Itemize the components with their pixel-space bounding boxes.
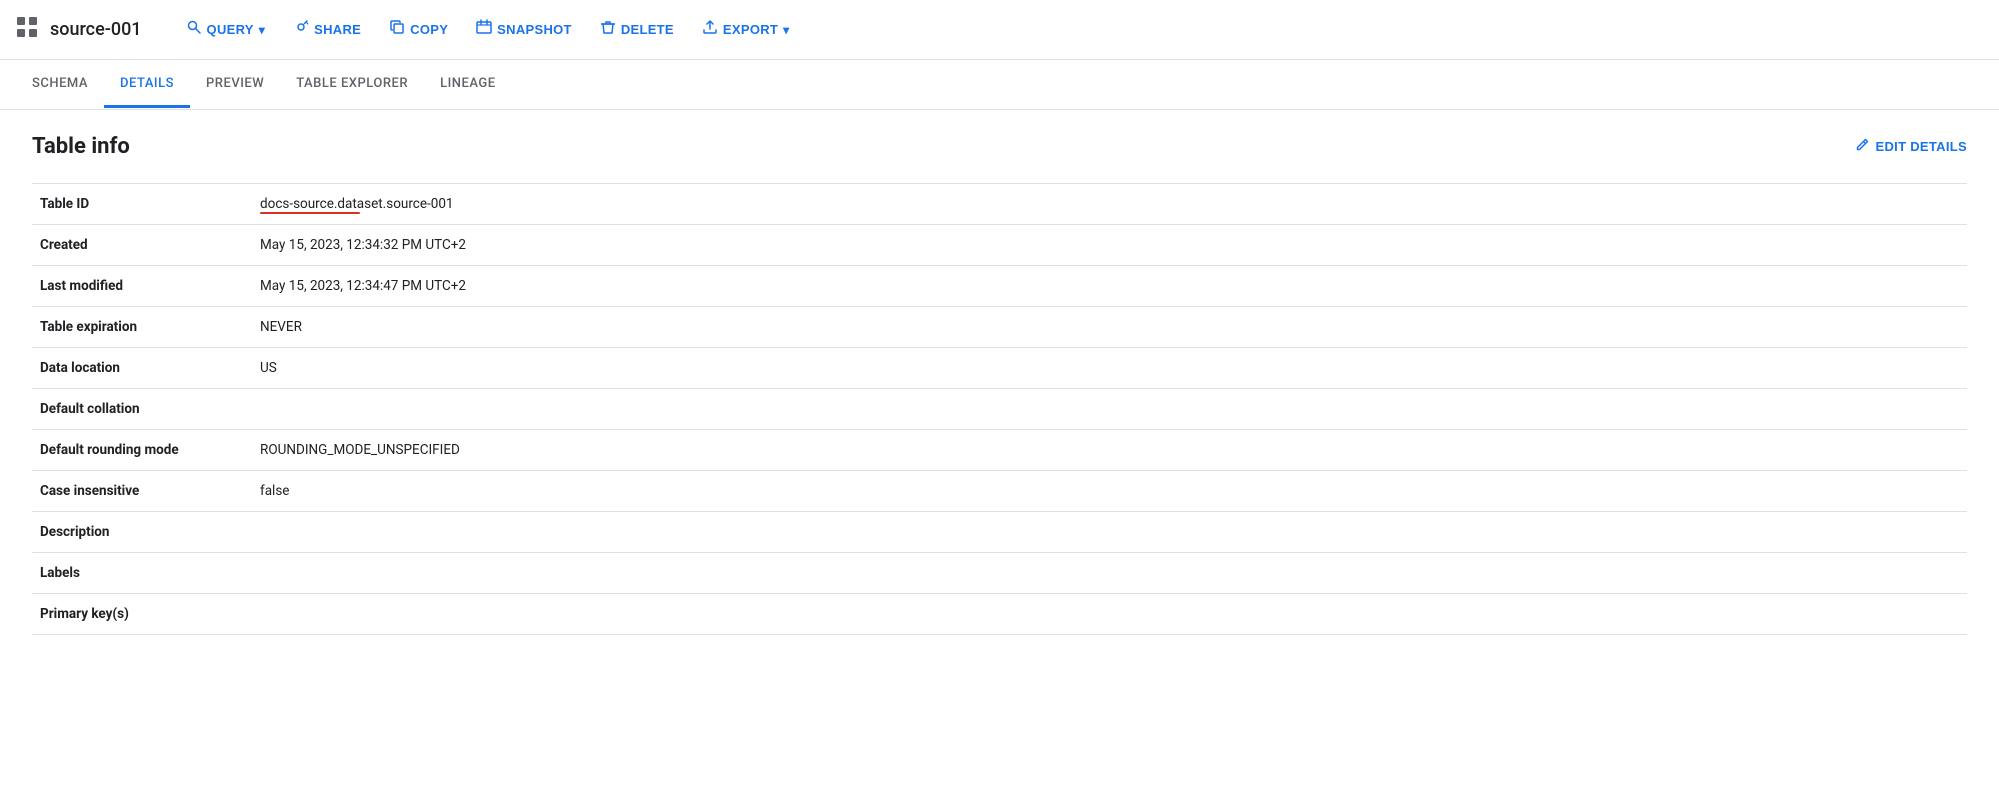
export-chevron-icon: ▾ xyxy=(783,23,789,37)
row-key: Case insensitive xyxy=(32,471,252,512)
tab-lineage[interactable]: LINEAGE xyxy=(424,62,512,108)
share-icon xyxy=(293,19,309,40)
row-key: Primary key(s) xyxy=(32,594,252,635)
table-id-value: docs-source.dataset.source-001 xyxy=(260,196,454,212)
content-area: Table info EDIT DETAILS Table ID docs-so… xyxy=(0,110,1999,659)
tabs-bar: SCHEMA DETAILS PREVIEW TABLE EXPLORER LI… xyxy=(0,60,1999,110)
table-row: Primary key(s) xyxy=(32,594,1967,635)
section-header: Table info EDIT DETAILS xyxy=(32,134,1967,159)
table-row: Default collation xyxy=(32,389,1967,430)
table-row: Last modified May 15, 2023, 12:34:47 PM … xyxy=(32,266,1967,307)
table-row: Table ID docs-source.dataset.source-001 xyxy=(32,184,1967,225)
query-button[interactable]: QUERY ▾ xyxy=(174,13,278,46)
export-icon xyxy=(702,19,718,40)
row-value xyxy=(252,512,1967,553)
delete-icon xyxy=(600,19,616,40)
share-button[interactable]: SHARE xyxy=(281,13,373,46)
header: source-001 QUERY ▾ SHARE xyxy=(0,0,1999,60)
row-key: Description xyxy=(32,512,252,553)
tab-table-explorer[interactable]: TABLE EXPLORER xyxy=(280,62,424,108)
table-row: Created May 15, 2023, 12:34:32 PM UTC+2 xyxy=(32,225,1967,266)
edit-details-button[interactable]: EDIT DETAILS xyxy=(1854,137,1967,156)
row-value: NEVER xyxy=(252,307,1967,348)
snapshot-button[interactable]: SNAPSHOT xyxy=(464,13,584,46)
edit-pencil-icon xyxy=(1854,137,1870,156)
row-value xyxy=(252,594,1967,635)
tab-details[interactable]: DETAILS xyxy=(104,62,190,108)
row-value xyxy=(252,553,1967,594)
row-key: Table expiration xyxy=(32,307,252,348)
row-value: ROUNDING_MODE_UNSPECIFIED xyxy=(252,430,1967,471)
copy-button[interactable]: COPY xyxy=(377,13,460,46)
delete-button[interactable]: DELETE xyxy=(588,13,686,46)
snapshot-icon xyxy=(476,19,492,40)
row-value: May 15, 2023, 12:34:47 PM UTC+2 xyxy=(252,266,1967,307)
row-key: Created xyxy=(32,225,252,266)
row-value: US xyxy=(252,348,1967,389)
row-value: false xyxy=(252,471,1967,512)
table-grid-icon xyxy=(16,16,38,43)
table-row: Description xyxy=(32,512,1967,553)
row-key: Table ID xyxy=(32,184,252,225)
table-row: Data location US xyxy=(32,348,1967,389)
tab-preview[interactable]: PREVIEW xyxy=(190,62,280,108)
table-info: Table ID docs-source.dataset.source-001 … xyxy=(32,183,1967,635)
row-key: Default collation xyxy=(32,389,252,430)
row-value xyxy=(252,389,1967,430)
row-value: docs-source.dataset.source-001 xyxy=(252,184,1967,225)
export-button[interactable]: EXPORT ▾ xyxy=(690,13,802,46)
row-key: Labels xyxy=(32,553,252,594)
table-row: Labels xyxy=(32,553,1967,594)
table-row: Case insensitive false xyxy=(32,471,1967,512)
row-key: Data location xyxy=(32,348,252,389)
copy-icon xyxy=(389,19,405,40)
row-value: May 15, 2023, 12:34:32 PM UTC+2 xyxy=(252,225,1967,266)
tab-schema[interactable]: SCHEMA xyxy=(16,62,104,108)
section-title: Table info xyxy=(32,134,130,159)
query-chevron-icon: ▾ xyxy=(259,23,265,37)
row-key: Last modified xyxy=(32,266,252,307)
header-actions: QUERY ▾ SHARE COPY xyxy=(174,13,802,46)
query-icon xyxy=(186,19,202,40)
row-key: Default rounding mode xyxy=(32,430,252,471)
table-row: Default rounding mode ROUNDING_MODE_UNSP… xyxy=(32,430,1967,471)
page-title: source-001 xyxy=(50,19,142,40)
table-row: Table expiration NEVER xyxy=(32,307,1967,348)
